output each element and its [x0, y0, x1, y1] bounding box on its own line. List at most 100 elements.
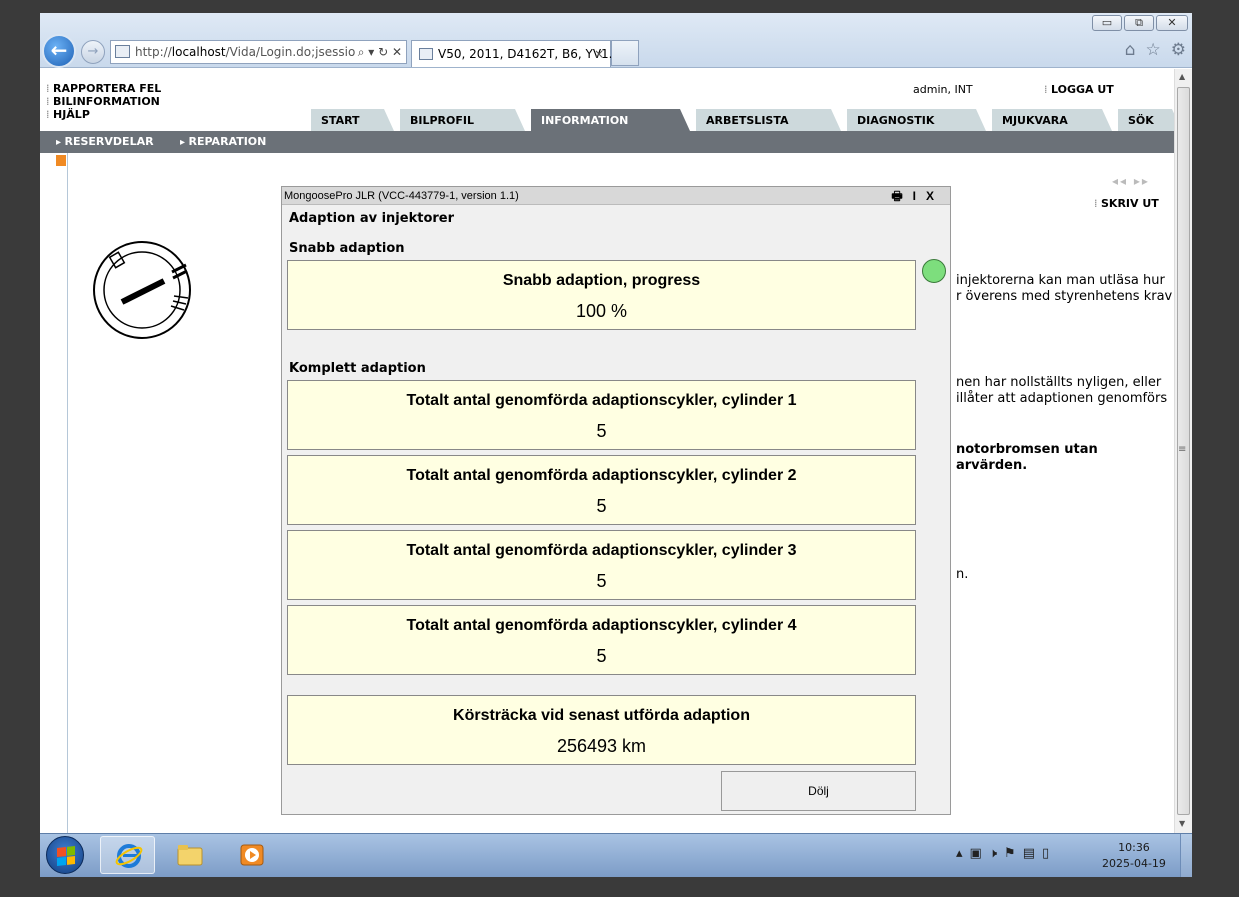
adaption-dialog: MongoosePro JLR (VCC-443779-1, version 1… — [281, 186, 951, 815]
taskbar-ie[interactable] — [100, 836, 155, 874]
panel-value: 5 — [596, 646, 607, 666]
body-text-line: notorbromsen utan — [956, 442, 1098, 457]
panel-value: 100 % — [575, 301, 628, 321]
section-full-title: Komplett adaption — [289, 361, 426, 376]
panel-label: Körsträcka vid senast utförda adaption — [453, 707, 750, 724]
vehicle-info-link[interactable]: BILINFORMATION — [46, 95, 161, 108]
forward-arrow-icon[interactable]: → — [81, 40, 105, 64]
body-text-line: n. — [956, 567, 969, 582]
settings-gear-icon[interactable]: ⚙ — [1171, 40, 1186, 60]
window-controls: ▭ ⧉ ✕ — [1092, 15, 1188, 31]
taskbar-media-player[interactable] — [224, 836, 279, 874]
body-text-line: injektorerna kan man utläsa hur — [956, 273, 1165, 288]
browser-toolbar-icons: ⌂ ☆ ⚙ — [1125, 40, 1186, 60]
subnav-reparation[interactable]: REPARATION — [180, 131, 267, 154]
printer-icon[interactable]: 🖶 — [891, 187, 902, 205]
url-path: /Vida/Login.do;jsessio — [225, 45, 356, 59]
battery-icon[interactable]: ▯ — [1042, 846, 1049, 861]
subnav-reservdelar[interactable]: RESERVDELAR — [56, 131, 154, 154]
panel-label: Snabb adaption, progress — [502, 272, 701, 289]
minimize-button[interactable]: ▭ — [1092, 15, 1122, 31]
tab-diagnostik[interactable]: DIAGNOSTIK — [847, 109, 986, 131]
main-nav: START BILPROFIL INFORMATION ARBETSLISTA … — [311, 109, 1182, 131]
pager-arrows[interactable]: ◂◂ ▸▸ — [1112, 174, 1150, 188]
power-icon[interactable]: ▣ — [970, 846, 982, 861]
tab-bilprofil[interactable]: BILPROFIL — [400, 109, 525, 131]
help-link[interactable]: HJÄLP — [46, 108, 161, 121]
home-icon[interactable]: ⌂ — [1125, 40, 1136, 60]
browser-tab[interactable]: V50, 2011, D4162T, B6, YV1... × — [411, 40, 620, 67]
url-prefix: http:// — [135, 45, 172, 59]
cylinder-panel: Totalt antal genomförda adaptionscykler,… — [287, 605, 916, 675]
new-tab-button[interactable] — [611, 40, 639, 66]
tab-arbetslista[interactable]: ARBETSLISTA — [696, 109, 841, 131]
distance-panel: Körsträcka vid senast utförda adaption 2… — [287, 695, 916, 765]
tab-sok[interactable]: SÖK — [1118, 109, 1182, 131]
clock-time: 10:36 — [1118, 841, 1150, 854]
browser-chrome: ▭ ⧉ ✕ ← → http://localhost/Vida/Login.do… — [40, 13, 1192, 68]
screen: ▭ ⧉ ✕ ← → http://localhost/Vida/Login.do… — [40, 13, 1192, 877]
status-indicator — [922, 259, 946, 283]
tab-title: V50, 2011, D4162T, B6, YV1... — [438, 47, 621, 61]
hide-button[interactable]: Dölj — [721, 771, 916, 811]
clock-date: 2025-04-19 — [1102, 857, 1166, 870]
restore-button[interactable]: ⧉ — [1124, 15, 1154, 31]
cylinder-panel: Totalt antal genomförda adaptionscykler,… — [287, 380, 916, 450]
back-arrow-icon[interactable]: ← — [42, 34, 76, 68]
internet-explorer-icon — [115, 844, 143, 868]
panel-label: Totalt antal genomförda adaptionscykler,… — [406, 467, 797, 484]
body-text-line: arvärden. — [956, 458, 1028, 473]
system-tray: ▴ ▣ 🕨 ⚑ ▤ ▯ — [956, 846, 1049, 861]
user-info: admin, INT — [913, 83, 973, 96]
dialog-heading: Adaption av injektorer — [289, 211, 455, 226]
body-text-line: illåter att adaptionen genomförs — [956, 391, 1168, 406]
tab-mjukvara[interactable]: MJUKVARA — [992, 109, 1112, 131]
page-scrollbar[interactable]: ▲ ≡ ▼ — [1174, 69, 1192, 833]
panel-value: 5 — [596, 496, 607, 516]
volume-icon[interactable]: 🕨 — [989, 846, 997, 861]
logout-link[interactable]: LOGGA UT — [1044, 83, 1114, 96]
action-center-flag-icon[interactable]: ⚑ — [1004, 846, 1016, 861]
scroll-up-icon[interactable]: ▲ — [1179, 72, 1185, 81]
report-error-link[interactable]: RAPPORTERA FEL — [46, 82, 161, 95]
panel-label: Totalt antal genomförda adaptionscykler,… — [406, 542, 797, 559]
cylinder-panel: Totalt antal genomförda adaptionscykler,… — [287, 455, 916, 525]
sub-nav: RESERVDELAR REPARATION — [40, 131, 1174, 153]
tab-start[interactable]: START — [311, 109, 394, 131]
close-window-button[interactable]: ✕ — [1156, 15, 1188, 31]
address-tools[interactable]: ⌕ ▾ ↻ ✕ — [358, 41, 402, 63]
header-links: RAPPORTERA FEL BILINFORMATION HJÄLP — [46, 82, 161, 121]
panel-value: 5 — [596, 571, 607, 591]
scroll-down-icon[interactable]: ▼ — [1179, 819, 1185, 828]
panel-label: Totalt antal genomförda adaptionscykler,… — [406, 617, 797, 634]
taskbar-explorer[interactable] — [162, 836, 217, 874]
tab-close-icon[interactable]: × — [594, 41, 604, 67]
body-text-line: r överens med styrenhetens krav — [956, 289, 1173, 304]
panel-value: 256493 km — [556, 736, 647, 756]
start-button[interactable] — [46, 836, 84, 874]
page-icon — [115, 45, 130, 58]
taskbar-clock[interactable]: 10:36 2025-04-19 — [1102, 840, 1166, 872]
address-bar[interactable]: http://localhost/Vida/Login.do;jsessio ⌕… — [110, 40, 407, 64]
info-button[interactable]: I — [913, 187, 916, 205]
left-column — [40, 153, 68, 833]
ignition-switch-icon — [93, 241, 191, 339]
scroll-grip-icon: ≡ — [1178, 444, 1187, 455]
close-dialog-button[interactable]: X — [926, 187, 934, 205]
cylinder-panel: Totalt antal genomförda adaptionscykler,… — [287, 530, 916, 600]
favorites-star-icon[interactable]: ☆ — [1146, 40, 1161, 60]
show-hidden-icons-icon[interactable]: ▴ — [956, 846, 963, 861]
body-text-line: nen har nollställts nyligen, eller — [956, 375, 1162, 390]
taskbar: ▴ ▣ 🕨 ⚑ ▤ ▯ 10:36 2025-04-19 — [40, 833, 1192, 877]
dialog-tools: 🖶 I X — [891, 187, 934, 205]
expand-arrow-icon[interactable] — [56, 155, 66, 166]
network-icon[interactable]: ▤ — [1023, 846, 1035, 861]
print-link[interactable]: SKRIV UT — [1094, 197, 1159, 210]
dialog-title: MongoosePro JLR (VCC-443779-1, version 1… — [284, 190, 519, 202]
show-desktop-button[interactable] — [1180, 834, 1192, 877]
dialog-title-bar: MongoosePro JLR (VCC-443779-1, version 1… — [282, 187, 950, 205]
quick-progress-panel: Snabb adaption, progress 100 % — [287, 260, 916, 330]
panel-label: Totalt antal genomförda adaptionscykler,… — [406, 392, 797, 409]
section-quick-title: Snabb adaption — [289, 241, 405, 256]
tab-information[interactable]: INFORMATION — [531, 109, 690, 131]
